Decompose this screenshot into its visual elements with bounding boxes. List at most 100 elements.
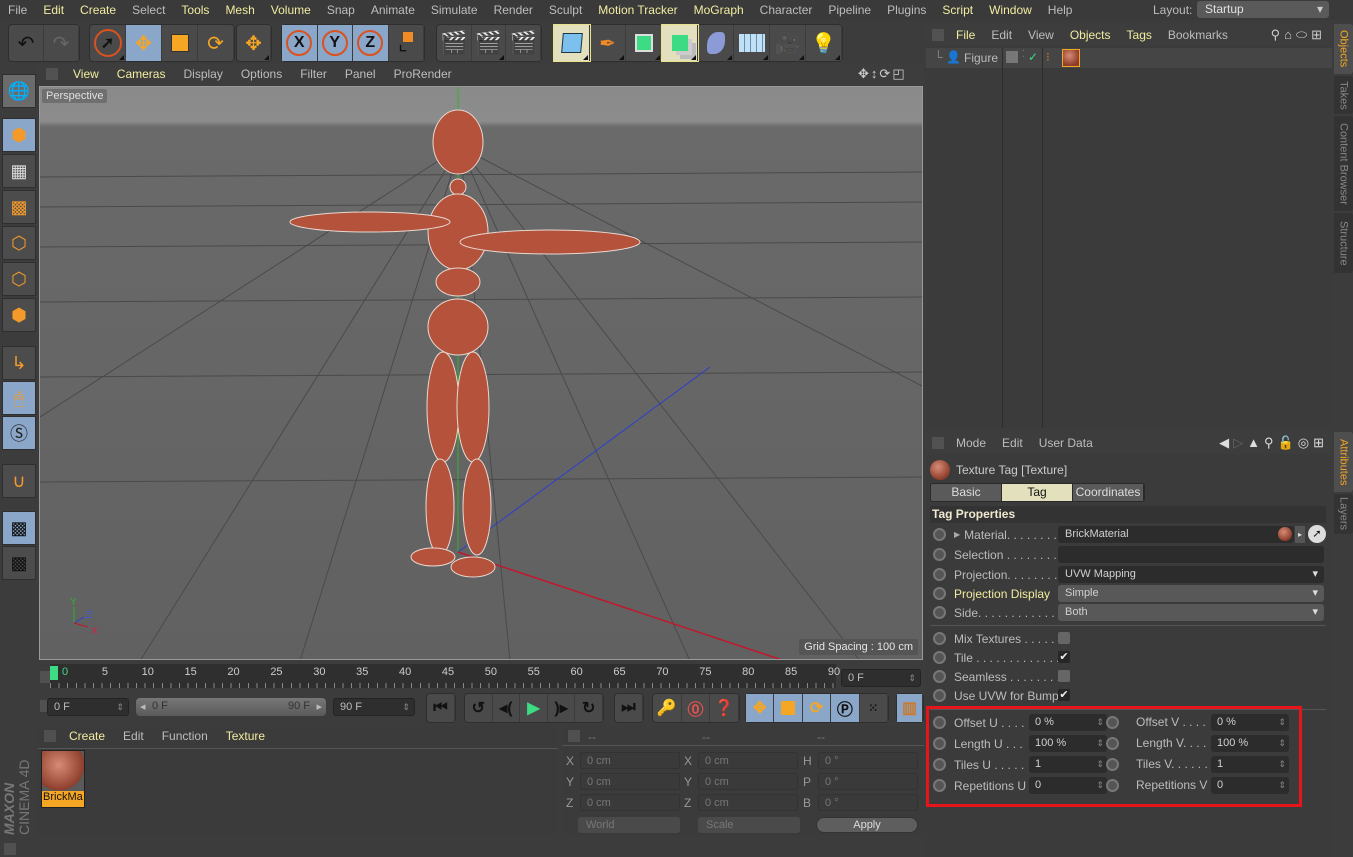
- objects-menu-objects[interactable]: Objects: [1062, 28, 1119, 42]
- cube-button[interactable]: [553, 24, 591, 62]
- animate-radio[interactable]: [933, 587, 946, 600]
- camera-button[interactable]: 🎥: [770, 25, 806, 61]
- coord-space-select[interactable]: World: [578, 817, 680, 833]
- undo-button[interactable]: ↶: [9, 25, 44, 61]
- uvw-bump-checkbox[interactable]: ✔: [1058, 689, 1070, 701]
- scale-tool-button[interactable]: [162, 25, 198, 61]
- edges-mode-button[interactable]: ⬡: [2, 262, 36, 296]
- tab-coordinates[interactable]: Coordinates: [1073, 484, 1144, 501]
- deformer-button[interactable]: [698, 25, 734, 61]
- object-name[interactable]: Figure: [964, 51, 998, 65]
- objects-menu-file[interactable]: File: [948, 28, 983, 42]
- 3d-viewport[interactable]: Y Z X Perspective Grid Spacing : 100 cm: [39, 86, 923, 660]
- render-view-button[interactable]: 🎬: [437, 25, 472, 61]
- start-frame-field[interactable]: 0 F: [47, 698, 129, 716]
- viewport-menu-prorender[interactable]: ProRender: [385, 67, 461, 81]
- menu-tools[interactable]: Tools: [173, 3, 217, 17]
- viewport-menu-filter[interactable]: Filter: [291, 67, 336, 81]
- menu-help[interactable]: Help: [1040, 3, 1081, 17]
- y-axis-button[interactable]: Y: [317, 25, 353, 61]
- expand-arrow-icon[interactable]: ▶: [954, 530, 960, 539]
- search-icon[interactable]: ⚲: [1271, 27, 1285, 42]
- snapping-button[interactable]: Ⓢ: [2, 416, 36, 450]
- menu-snap[interactable]: Snap: [319, 3, 363, 17]
- seamless-checkbox[interactable]: [1058, 670, 1070, 682]
- menu-script[interactable]: Script: [934, 3, 981, 17]
- material-menu-texture[interactable]: Texture: [217, 729, 274, 743]
- next-frame-button[interactable]: )▸: [548, 694, 576, 722]
- menu-render[interactable]: Render: [486, 3, 541, 17]
- layer-icon[interactable]: ⬭: [1296, 27, 1311, 42]
- side-tab-objects[interactable]: Objects: [1334, 24, 1353, 74]
- key-parameter-button[interactable]: Ⓟ: [831, 694, 860, 722]
- frame-range-slider[interactable]: ◂ 0 F 90 F ▸: [136, 698, 326, 716]
- toggle-view-icon[interactable]: ◰: [892, 66, 906, 81]
- range-right-arrow-icon[interactable]: ▸: [316, 700, 322, 713]
- menu-sculpt[interactable]: Sculpt: [541, 3, 590, 17]
- side-tab-attributes[interactable]: Attributes: [1334, 432, 1353, 492]
- viewport-menu-view[interactable]: View: [64, 67, 108, 81]
- coord-field[interactable]: 0 cm: [580, 794, 680, 811]
- live-selection-button[interactable]: ➚: [90, 25, 126, 61]
- menu-animate[interactable]: Animate: [363, 3, 423, 17]
- material-link-field[interactable]: BrickMaterial: [1058, 526, 1294, 543]
- coord-field[interactable]: 0 cm: [580, 773, 680, 790]
- link-menu-arrow-icon[interactable]: ▸: [1295, 526, 1305, 543]
- points-mode-button[interactable]: ⬡: [2, 226, 36, 260]
- side-select[interactable]: Both: [1058, 604, 1324, 621]
- subdivision-button[interactable]: [626, 25, 662, 61]
- menu-file[interactable]: File: [0, 3, 35, 17]
- animate-radio[interactable]: [933, 651, 946, 664]
- prev-key-button[interactable]: ↺: [465, 694, 493, 722]
- viewport-menu-display[interactable]: Display: [174, 67, 231, 81]
- search-icon[interactable]: ⚲: [1264, 435, 1278, 450]
- objects-menu-bookmarks[interactable]: Bookmarks: [1160, 28, 1236, 42]
- key-position-button[interactable]: ✥: [746, 694, 775, 722]
- menu-simulate[interactable]: Simulate: [423, 3, 486, 17]
- animate-radio[interactable]: [933, 632, 946, 645]
- goto-end-button[interactable]: ⏭: [615, 694, 643, 722]
- layer-swatch[interactable]: [1006, 51, 1018, 63]
- texture-tag-icon[interactable]: [1062, 49, 1080, 67]
- projection-select[interactable]: UVW Mapping: [1058, 566, 1324, 583]
- pan-icon[interactable]: ✥: [858, 66, 871, 81]
- attributes-menu-user-data[interactable]: User Data: [1031, 436, 1101, 450]
- goto-start-button[interactable]: ⏮: [427, 694, 455, 722]
- objects-menu-view[interactable]: View: [1020, 28, 1062, 42]
- side-tab-layers[interactable]: Layers: [1334, 494, 1353, 534]
- rotate-tool-button[interactable]: ⟳: [198, 25, 234, 61]
- menu-create[interactable]: Create: [72, 3, 124, 17]
- visibility-dots-icon[interactable]: ⁚: [1022, 49, 1025, 60]
- timeline-ruler[interactable]: 0 5 10 15 20 25 30 35 40 45 50 55 60 65 70 75 80 85 90: [50, 664, 840, 688]
- side-tab-takes[interactable]: Takes: [1334, 76, 1353, 114]
- new-panel-icon[interactable]: ⊞: [1313, 435, 1328, 450]
- keyframe-selection-button[interactable]: ❓: [710, 694, 740, 722]
- menu-select[interactable]: Select: [124, 3, 173, 17]
- tweak-mode-button[interactable]: 🖱: [2, 381, 36, 415]
- panel-grip[interactable]: [932, 437, 944, 449]
- coord-field[interactable]: 0 cm: [580, 752, 680, 769]
- prev-frame-button[interactable]: ◂(: [493, 694, 521, 722]
- coord-field[interactable]: 0 cm: [698, 752, 798, 769]
- light-button[interactable]: 💡: [806, 25, 842, 61]
- menu-mograph[interactable]: MoGraph: [686, 3, 752, 17]
- play-button[interactable]: ▶: [520, 694, 548, 722]
- menu-motion-tracker[interactable]: Motion Tracker: [590, 3, 685, 17]
- new-panel-icon[interactable]: ⊞: [1311, 27, 1326, 42]
- back-arrow-icon[interactable]: ◀: [1219, 435, 1233, 450]
- model-mode-button[interactable]: ⬢: [2, 118, 36, 152]
- animate-radio[interactable]: [933, 606, 946, 619]
- mix-textures-checkbox[interactable]: [1058, 632, 1070, 644]
- menu-volume[interactable]: Volume: [263, 3, 319, 17]
- make-editable-button[interactable]: 🌐: [2, 74, 36, 108]
- unlock-icon[interactable]: 🔓: [1278, 435, 1298, 450]
- timeline-view-button[interactable]: ▥: [897, 694, 923, 722]
- coordinate-system-button[interactable]: ⌞: [389, 25, 424, 61]
- move-tool-button[interactable]: ✥: [126, 25, 162, 61]
- viewport-menu-cameras[interactable]: Cameras: [108, 67, 175, 81]
- side-tab-structure[interactable]: Structure: [1334, 213, 1353, 273]
- coord-field[interactable]: 0 cm: [698, 794, 798, 811]
- key-scale-button[interactable]: [774, 694, 803, 722]
- panel-grip[interactable]: [568, 730, 580, 742]
- coord-mode-select[interactable]: Scale: [698, 817, 800, 833]
